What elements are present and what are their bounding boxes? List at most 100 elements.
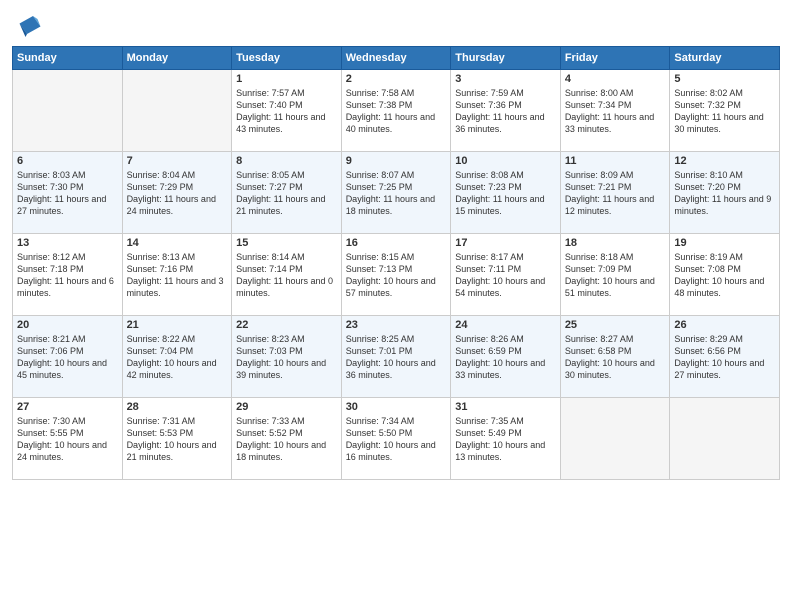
logo-icon bbox=[12, 10, 42, 40]
day-number: 3 bbox=[455, 73, 556, 85]
day-number: 20 bbox=[17, 319, 118, 331]
calendar-cell: 27 Sunrise: 7:30 AM Sunset: 5:55 PM Dayli… bbox=[13, 398, 123, 480]
day-info: Sunrise: 8:09 AM Sunset: 7:21 PM Dayligh… bbox=[565, 169, 666, 218]
day-number: 29 bbox=[236, 401, 337, 413]
calendar-cell: 11 Sunrise: 8:09 AM Sunset: 7:21 PM Dayli… bbox=[560, 152, 670, 234]
day-number: 6 bbox=[17, 155, 118, 167]
weekday-header: Friday bbox=[560, 47, 670, 70]
calendar-cell: 8Sunrise: 8:05 AM Sunset: 7:27 PM Daylig… bbox=[232, 152, 342, 234]
day-info: Sunrise: 7:34 AM Sunset: 5:50 PM Dayligh… bbox=[346, 415, 447, 464]
day-info: Sunrise: 7:57 AM Sunset: 7:40 PM Dayligh… bbox=[236, 87, 337, 136]
calendar-cell: 21 Sunrise: 8:22 AM Sunset: 7:04 PM Dayli… bbox=[122, 316, 232, 398]
day-info: Sunrise: 8:05 AM Sunset: 7:27 PM Dayligh… bbox=[236, 169, 337, 218]
day-info: Sunrise: 8:00 AM Sunset: 7:34 PM Dayligh… bbox=[565, 87, 666, 136]
day-number: 24 bbox=[455, 319, 556, 331]
day-info: Sunrise: 8:07 AM Sunset: 7:25 PM Dayligh… bbox=[346, 169, 447, 218]
day-number: 27 bbox=[17, 401, 118, 413]
day-info: Sunrise: 8:17 AM Sunset: 7:11 PM Dayligh… bbox=[455, 251, 556, 300]
day-info: Sunrise: 8:27 AM Sunset: 6:58 PM Dayligh… bbox=[565, 333, 666, 382]
day-info: Sunrise: 7:59 AM Sunset: 7:36 PM Dayligh… bbox=[455, 87, 556, 136]
calendar-cell: 14 Sunrise: 8:13 AM Sunset: 7:16 PM Dayli… bbox=[122, 234, 232, 316]
day-number: 14 bbox=[127, 237, 228, 249]
day-number: 1 bbox=[236, 73, 337, 85]
calendar-row: 20 Sunrise: 8:21 AM Sunset: 7:06 PM Dayli… bbox=[13, 316, 780, 398]
calendar-cell: 12Sunrise: 8:10 AM Sunset: 7:20 PM Dayli… bbox=[670, 152, 780, 234]
day-info: Sunrise: 7:58 AM Sunset: 7:38 PM Dayligh… bbox=[346, 87, 447, 136]
day-info: Sunrise: 8:10 AM Sunset: 7:20 PM Dayligh… bbox=[674, 169, 775, 218]
day-info: Sunrise: 8:25 AM Sunset: 7:01 PM Dayligh… bbox=[346, 333, 447, 382]
calendar-cell: 3 Sunrise: 7:59 AM Sunset: 7:36 PM Daylig… bbox=[451, 70, 561, 152]
day-info: Sunrise: 8:26 AM Sunset: 6:59 PM Dayligh… bbox=[455, 333, 556, 382]
weekday-header: Tuesday bbox=[232, 47, 342, 70]
calendar-row: 6 Sunrise: 8:03 AM Sunset: 7:30 PM Daylig… bbox=[13, 152, 780, 234]
day-number: 10 bbox=[455, 155, 556, 167]
day-number: 31 bbox=[455, 401, 556, 413]
day-number: 28 bbox=[127, 401, 228, 413]
day-number: 17 bbox=[455, 237, 556, 249]
day-number: 26 bbox=[674, 319, 775, 331]
day-info: Sunrise: 7:31 AM Sunset: 5:53 PM Dayligh… bbox=[127, 415, 228, 464]
day-number: 2 bbox=[346, 73, 447, 85]
day-number: 13 bbox=[17, 237, 118, 249]
day-info: Sunrise: 7:33 AM Sunset: 5:52 PM Dayligh… bbox=[236, 415, 337, 464]
day-number: 16 bbox=[346, 237, 447, 249]
day-number: 9 bbox=[346, 155, 447, 167]
calendar-row: 13Sunrise: 8:12 AM Sunset: 7:18 PM Dayli… bbox=[13, 234, 780, 316]
calendar-cell: 24 Sunrise: 8:26 AM Sunset: 6:59 PM Dayli… bbox=[451, 316, 561, 398]
calendar-cell bbox=[670, 398, 780, 480]
day-number: 23 bbox=[346, 319, 447, 331]
calendar-cell bbox=[122, 70, 232, 152]
calendar-cell: 19Sunrise: 8:19 AM Sunset: 7:08 PM Dayli… bbox=[670, 234, 780, 316]
day-info: Sunrise: 8:22 AM Sunset: 7:04 PM Dayligh… bbox=[127, 333, 228, 382]
weekday-header: Monday bbox=[122, 47, 232, 70]
day-number: 22 bbox=[236, 319, 337, 331]
day-number: 4 bbox=[565, 73, 666, 85]
day-info: Sunrise: 8:15 AM Sunset: 7:13 PM Dayligh… bbox=[346, 251, 447, 300]
calendar-cell: 18Sunrise: 8:18 AM Sunset: 7:09 PM Dayli… bbox=[560, 234, 670, 316]
day-info: Sunrise: 8:23 AM Sunset: 7:03 PM Dayligh… bbox=[236, 333, 337, 382]
calendar-row: 27 Sunrise: 7:30 AM Sunset: 5:55 PM Dayli… bbox=[13, 398, 780, 480]
day-info: Sunrise: 8:02 AM Sunset: 7:32 PM Dayligh… bbox=[674, 87, 775, 136]
calendar-cell: 16 Sunrise: 8:15 AM Sunset: 7:13 PM Dayli… bbox=[341, 234, 451, 316]
day-number: 30 bbox=[346, 401, 447, 413]
calendar-cell: 5 Sunrise: 8:02 AM Sunset: 7:32 PM Daylig… bbox=[670, 70, 780, 152]
day-info: Sunrise: 8:18 AM Sunset: 7:09 PM Dayligh… bbox=[565, 251, 666, 300]
calendar-cell: 23 Sunrise: 8:25 AM Sunset: 7:01 PM Dayli… bbox=[341, 316, 451, 398]
day-info: Sunrise: 8:13 AM Sunset: 7:16 PM Dayligh… bbox=[127, 251, 228, 300]
calendar-cell: 31Sunrise: 7:35 AM Sunset: 5:49 PM Dayli… bbox=[451, 398, 561, 480]
page: SundayMondayTuesdayWednesdayThursdayFrid… bbox=[0, 0, 792, 612]
day-info: Sunrise: 8:21 AM Sunset: 7:06 PM Dayligh… bbox=[17, 333, 118, 382]
day-number: 19 bbox=[674, 237, 775, 249]
calendar-cell: 15 Sunrise: 8:14 AM Sunset: 7:14 PM Dayli… bbox=[232, 234, 342, 316]
day-number: 25 bbox=[565, 319, 666, 331]
header bbox=[12, 10, 780, 40]
day-number: 11 bbox=[565, 155, 666, 167]
day-info: Sunrise: 8:08 AM Sunset: 7:23 PM Dayligh… bbox=[455, 169, 556, 218]
calendar-cell: 7 Sunrise: 8:04 AM Sunset: 7:29 PM Daylig… bbox=[122, 152, 232, 234]
calendar-cell: 25 Sunrise: 8:27 AM Sunset: 6:58 PM Dayli… bbox=[560, 316, 670, 398]
calendar-row: 1 Sunrise: 7:57 AM Sunset: 7:40 PM Daylig… bbox=[13, 70, 780, 152]
weekday-header: Sunday bbox=[13, 47, 123, 70]
day-info: Sunrise: 8:14 AM Sunset: 7:14 PM Dayligh… bbox=[236, 251, 337, 300]
calendar-cell: 22 Sunrise: 8:23 AM Sunset: 7:03 PM Dayli… bbox=[232, 316, 342, 398]
header-row: SundayMondayTuesdayWednesdayThursdayFrid… bbox=[13, 47, 780, 70]
weekday-header: Saturday bbox=[670, 47, 780, 70]
day-info: Sunrise: 8:04 AM Sunset: 7:29 PM Dayligh… bbox=[127, 169, 228, 218]
calendar-cell: 17 Sunrise: 8:17 AM Sunset: 7:11 PM Dayli… bbox=[451, 234, 561, 316]
day-number: 7 bbox=[127, 155, 228, 167]
day-info: Sunrise: 8:29 AM Sunset: 6:56 PM Dayligh… bbox=[674, 333, 775, 382]
day-info: Sunrise: 7:30 AM Sunset: 5:55 PM Dayligh… bbox=[17, 415, 118, 464]
calendar-cell: 28 Sunrise: 7:31 AM Sunset: 5:53 PM Dayli… bbox=[122, 398, 232, 480]
day-info: Sunrise: 8:03 AM Sunset: 7:30 PM Dayligh… bbox=[17, 169, 118, 218]
day-number: 5 bbox=[674, 73, 775, 85]
calendar-cell: 29 Sunrise: 7:33 AM Sunset: 5:52 PM Dayli… bbox=[232, 398, 342, 480]
calendar-cell: 10 Sunrise: 8:08 AM Sunset: 7:23 PM Dayli… bbox=[451, 152, 561, 234]
day-number: 15 bbox=[236, 237, 337, 249]
day-number: 21 bbox=[127, 319, 228, 331]
calendar-cell: 2 Sunrise: 7:58 AM Sunset: 7:38 PM Daylig… bbox=[341, 70, 451, 152]
calendar-cell: 26 Sunrise: 8:29 AM Sunset: 6:56 PM Dayli… bbox=[670, 316, 780, 398]
calendar-cell: 13Sunrise: 8:12 AM Sunset: 7:18 PM Dayli… bbox=[13, 234, 123, 316]
calendar-table: SundayMondayTuesdayWednesdayThursdayFrid… bbox=[12, 46, 780, 480]
logo bbox=[12, 10, 44, 40]
calendar-cell bbox=[13, 70, 123, 152]
